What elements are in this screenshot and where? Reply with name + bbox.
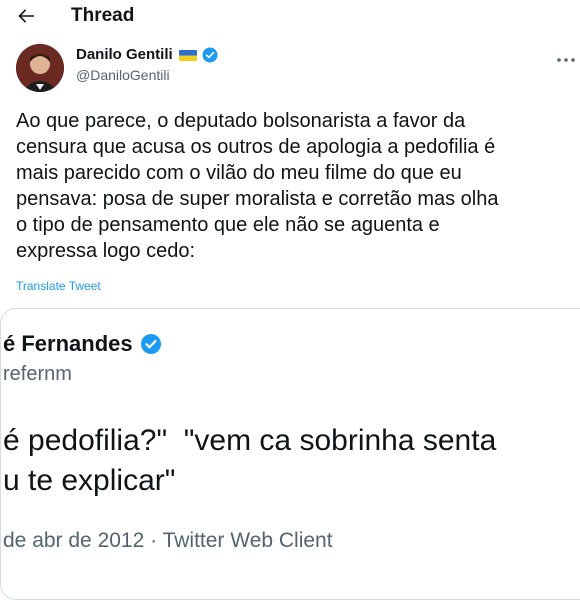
tweet-text: Ao que parece, o deputado bolsonarista a… (16, 110, 499, 262)
verified-badge-icon (140, 334, 161, 354)
verified-badge-icon (202, 47, 218, 63)
thread-header: Thread (0, 0, 580, 32)
quoted-tweet-meta: de abr de 2012 · Twitter Web Client (3, 529, 333, 552)
avatar[interactable] (16, 44, 64, 92)
author-name-row: Danilo Gentili (76, 45, 219, 65)
avatar-image (16, 44, 64, 92)
quoted-author-row: é Fernandes (3, 331, 163, 357)
more-dots-icon[interactable] (556, 56, 576, 64)
arrow-left-icon[interactable] (14, 4, 38, 28)
ukraine-flag-icon (178, 49, 197, 61)
page-title: Thread (71, 5, 135, 26)
quoted-tweet-text: é pedofilia?" "vem ca sobrinha senta u t… (3, 424, 497, 497)
quoted-author-handle: refernm (3, 363, 72, 385)
author-name[interactable]: Danilo Gentili (76, 45, 173, 65)
author-handle[interactable]: @DaniloGentili (76, 66, 170, 84)
quoted-tweet-image[interactable]: é Fernandes refernm é pedofilia?" "vem c… (0, 308, 580, 600)
translate-tweet-link[interactable]: Translate Tweet (16, 279, 101, 293)
quoted-author-name: é Fernandes (3, 331, 133, 356)
